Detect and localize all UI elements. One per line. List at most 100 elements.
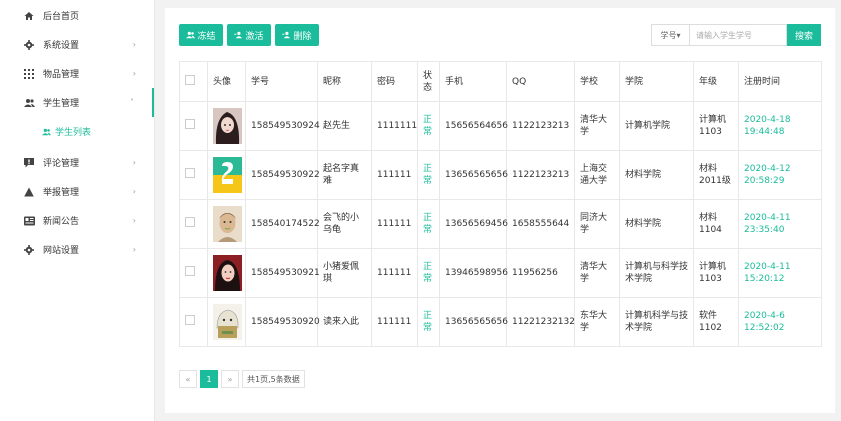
- avatar: [213, 157, 242, 193]
- table-row[interactable]: 158549530922 起名字真难 111111 正常 13656565656…: [179, 150, 822, 200]
- student-id: 158549530921: [245, 248, 320, 298]
- college: 计算机与科学技术学院: [619, 248, 694, 298]
- qq: 11221232132: [506, 297, 575, 347]
- sidebar-item-comments[interactable]: 评论管理 ›: [0, 148, 154, 177]
- student-table: 头像 学号 昵称 密码 状态 手机 QQ 学校 学院 年级 注册时间 15854…: [179, 61, 822, 347]
- home-icon: [23, 10, 35, 22]
- sidebar-item-reports[interactable]: 举报管理 ›: [0, 177, 154, 206]
- search-type-label: 学号: [660, 30, 677, 40]
- row-select-cell: [179, 101, 208, 151]
- student-id: 158540174522: [245, 199, 320, 249]
- row-checkbox[interactable]: [185, 315, 195, 325]
- school: 上海交通大学: [574, 150, 620, 200]
- table-row[interactable]: 158540174522 会飞的小乌龟 111111 正常 1365656945…: [179, 199, 822, 249]
- sidebar-item-label: 系统设置: [43, 41, 80, 51]
- avatar-cell: [207, 150, 246, 200]
- chevron-right-icon: ›: [132, 69, 136, 78]
- activate-button[interactable]: 激活: [227, 24, 271, 46]
- column-header: 昵称: [317, 61, 372, 102]
- sidebar-item-label: 网站设置: [43, 246, 80, 256]
- phone: 13656569456: [439, 199, 508, 249]
- column-header: 年级: [693, 61, 739, 102]
- next-page-button[interactable]: »: [221, 370, 239, 388]
- row-select-cell: [179, 297, 208, 347]
- row-checkbox[interactable]: [185, 168, 195, 178]
- nickname: 起名字真难: [317, 150, 372, 200]
- select-all-checkbox[interactable]: [185, 74, 195, 85]
- column-header: 注册时间: [738, 61, 822, 102]
- sidebar-item-news[interactable]: 新闻公告 ›: [0, 206, 154, 235]
- sidebar-item-site-settings[interactable]: 网站设置 ›: [0, 235, 154, 264]
- column-header: 学院: [619, 61, 694, 102]
- avatar: [213, 206, 242, 242]
- avatar: [213, 304, 242, 340]
- search-type-select[interactable]: 学号 ▾: [651, 24, 689, 46]
- gear-icon: [23, 244, 35, 256]
- phone: 13656565656: [439, 297, 508, 347]
- status: 正常: [417, 248, 440, 298]
- phone: 15656564656: [439, 101, 508, 151]
- student-id: 158549530920: [245, 297, 320, 347]
- pagination-info: 共1页,5条数据: [242, 370, 305, 388]
- sidebar-item-items[interactable]: 物品管理 ›: [0, 59, 154, 88]
- comment-icon: [23, 157, 35, 169]
- school: 同济大学: [574, 199, 620, 249]
- page-button-current[interactable]: 1: [200, 370, 218, 388]
- prev-page-button[interactable]: «: [179, 370, 197, 388]
- sidebar-item-label: 后台首页: [43, 12, 80, 22]
- sidebar-item-students[interactable]: 学生管理 ˅: [0, 88, 154, 117]
- row-checkbox[interactable]: [185, 266, 195, 276]
- qq: 1658555644: [506, 199, 575, 249]
- sidebar-item-system-settings[interactable]: 系统设置 ›: [0, 30, 154, 59]
- college: 计算机科学与技术学院: [619, 297, 694, 347]
- users-icon: [186, 31, 196, 39]
- grade: 计算机1103: [693, 101, 739, 151]
- news-icon: [23, 215, 35, 227]
- school: 清华大学: [574, 101, 620, 151]
- student-id: 158549530924: [245, 101, 320, 151]
- nickname: 会飞的小乌龟: [317, 199, 372, 249]
- row-select-cell: [179, 199, 208, 249]
- users-icon: [42, 128, 51, 136]
- chevron-right-icon: ›: [132, 40, 136, 49]
- freeze-label: 冻结: [197, 31, 216, 42]
- caret-down-icon: ▾: [676, 30, 681, 40]
- sidebar-item-label: 评论管理: [43, 159, 80, 169]
- sidebar-subitem-student-list[interactable]: 学生列表: [0, 117, 154, 146]
- grid-icon: [23, 68, 35, 80]
- grade: 材料2011级: [693, 150, 739, 200]
- gear-icon: [23, 39, 35, 51]
- search-button[interactable]: 搜索: [787, 24, 821, 46]
- qq: 11956256: [506, 248, 575, 298]
- avatar-cell: [207, 199, 246, 249]
- column-header: 密码: [371, 61, 418, 102]
- chevron-right-icon: ›: [132, 245, 136, 254]
- table-row[interactable]: 158549530920 读来入此 111111 正常 13656565656 …: [179, 297, 822, 347]
- delete-button[interactable]: 删除: [275, 24, 319, 46]
- chevron-down-icon: ˅: [130, 98, 134, 107]
- qq: 1122123213: [506, 150, 575, 200]
- table-row[interactable]: 158549530924 赵先生 1111111 正常 15656564656 …: [179, 101, 822, 151]
- column-header: 头像: [207, 61, 246, 102]
- row-checkbox[interactable]: [185, 217, 195, 227]
- sidebar-item-label: 举报管理: [43, 188, 80, 198]
- avatar: [213, 108, 242, 144]
- status: 正常: [417, 150, 440, 200]
- college: 材料学院: [619, 199, 694, 249]
- sidebar-item-label: 学生管理: [43, 99, 80, 109]
- chevron-right-icon: ›: [132, 187, 136, 196]
- school: 东华大学: [574, 297, 620, 347]
- phone: 13656565656: [439, 150, 508, 200]
- nickname: 读来入此: [317, 297, 372, 347]
- search-input[interactable]: [689, 24, 787, 46]
- search-bar: 学号▾ 搜索: [651, 24, 821, 46]
- table-row[interactable]: 158549530921 小猪爱佩琪 111111 正常 13946598956…: [179, 248, 822, 298]
- row-checkbox[interactable]: [185, 119, 195, 129]
- sidebar-item-home[interactable]: 后台首页: [0, 1, 154, 30]
- avatar-cell: [207, 297, 246, 347]
- avatar: [213, 255, 242, 291]
- grade: 软件1102: [693, 297, 739, 347]
- column-header: 状态: [417, 61, 440, 102]
- freeze-button[interactable]: 冻结: [179, 24, 223, 46]
- qq: 1122123213: [506, 101, 575, 151]
